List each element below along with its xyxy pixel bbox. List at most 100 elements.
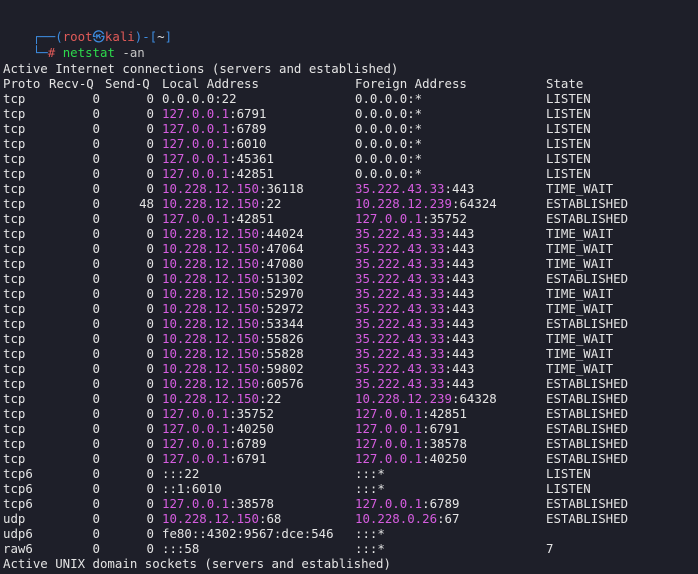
command-name: netstat (62, 45, 115, 60)
prompt-bottom-prefix: └─ (32, 45, 48, 60)
cell-state: ESTABLISHED (546, 196, 629, 211)
cell-foreign-address: 35.222.43.33:443 (355, 256, 474, 271)
cell-proto: tcp (3, 301, 26, 316)
terminal-window[interactable]: ┌──(root㉿kali)-[~] └─# netstat -an Activ… (0, 0, 698, 574)
foreign-port: :443 (444, 346, 475, 361)
table-row: tcp6 0 0 127.0.0.1:38578 127.0.0.1:6789 ESTAB… (0, 496, 698, 511)
foreign-port: :64324 (451, 196, 497, 211)
foreign-port: :443 (444, 301, 475, 316)
cell-send-q: 0 (146, 301, 154, 316)
cell-send-q: 0 (146, 331, 154, 346)
local-ip: 127.0.0.1 (162, 211, 230, 226)
cell-local-address: 10.228.12.150:59802 (162, 361, 304, 376)
cell-proto: tcp (3, 151, 26, 166)
table-row: tcp6 0 0::1:6010:::* LISTEN (0, 481, 698, 496)
cell-foreign-address: 35.222.43.33:443 (355, 376, 474, 391)
cell-state: ESTABLISHED (546, 511, 629, 526)
cell-local-address: 10.228.12.150:47080 (162, 256, 304, 271)
cell-recv-q: 0 (92, 421, 100, 436)
table-row: tcp 0 0 0.0.0.0:22 0.0.0.0:* LISTEN (0, 91, 698, 106)
local-ip: 10.228.12.150 (162, 391, 259, 406)
cell-state: TIME_WAIT (546, 286, 614, 301)
cell-local-address: :::22 (162, 466, 199, 481)
foreign-ip: 0.0.0.0 (355, 136, 408, 151)
cell-send-q: 0 (146, 376, 154, 391)
local-port: :6791 (229, 106, 267, 121)
local-ip: 10.228.12.150 (162, 256, 259, 271)
foreign-ip: 127.0.0.1 (355, 496, 423, 511)
table-row: tcp6 0 0:::22:::* LISTEN (0, 466, 698, 481)
local-port: :6789 (229, 436, 267, 451)
cell-foreign-address: 127.0.0.1:40250 (355, 451, 467, 466)
local-port: :55828 (258, 346, 304, 361)
local-port: :35752 (229, 406, 274, 421)
cell-local-address: 10.228.12.150:22 (162, 196, 281, 211)
cell-recv-q: 0 (92, 196, 100, 211)
foreign-ip: 0.0.0.0 (355, 151, 408, 166)
cell-state: TIME_WAIT (546, 331, 614, 346)
cell-local-address: 127.0.0.1:6791 (162, 106, 266, 121)
foreign-ip: 35.222.43.33 (355, 181, 445, 196)
cell-foreign-address: 0.0.0.0:* (355, 106, 422, 121)
cell-foreign-address: 127.0.0.1:6789 (355, 496, 459, 511)
foreign-ip: 35.222.43.33 (355, 226, 445, 241)
foreign-port: :::* (355, 526, 385, 541)
cell-local-address: 10.228.12.150:36118 (162, 181, 304, 196)
foreign-port: :443 (444, 331, 475, 346)
local-port: ::1:6010 (162, 481, 222, 496)
cell-recv-q: 0 (92, 286, 100, 301)
cell-recv-q: 0 (92, 241, 100, 256)
cell-proto: tcp (3, 106, 26, 121)
foreign-ip: 0.0.0.0 (355, 121, 408, 136)
foreign-port: :* (407, 121, 423, 136)
table-row: tcp 0 0 10.228.12.150:52972 35.222.43.33:443… (0, 301, 698, 316)
cell-send-q: 0 (146, 481, 154, 496)
foreign-port: :443 (444, 226, 475, 241)
foreign-port: :42851 (422, 406, 467, 421)
table-row: tcp 0 0 10.228.12.150:60576 35.222.43.33:443… (0, 376, 698, 391)
cell-recv-q: 0 (92, 361, 100, 376)
local-port: :60576 (258, 376, 304, 391)
foreign-port: :40250 (422, 451, 467, 466)
cell-recv-q: 0 (92, 496, 100, 511)
local-ip: 127.0.0.1 (162, 421, 230, 436)
cell-local-address: 127.0.0.1:45361 (162, 151, 274, 166)
cell-local-address: 10.228.12.150:53344 (162, 316, 304, 331)
table-row: tcp 0 0 10.228.12.150:52970 35.222.43.33:443… (0, 286, 698, 301)
cell-recv-q: 0 (92, 136, 100, 151)
cell-local-address: 0.0.0.0:22 (162, 91, 237, 106)
cell-local-address: 10.228.12.150:44024 (162, 226, 304, 241)
cell-state: ESTABLISHED (546, 211, 629, 226)
foreign-ip: 35.222.43.33 (355, 241, 445, 256)
cell-foreign-address: 127.0.0.1:42851 (355, 406, 467, 421)
cell-proto: tcp (3, 331, 26, 346)
cell-send-q: 0 (146, 436, 154, 451)
cell-state: TIME_WAIT (546, 346, 614, 361)
table-row: tcp 0 0 127.0.0.1:6789 0.0.0.0:* LISTEN (0, 121, 698, 136)
foreign-port: :* (407, 91, 423, 106)
table-row: tcp 0 0 127.0.0.1:6791 127.0.0.1:40250 ESTABL… (0, 451, 698, 466)
cell-local-address: 10.228.12.150:22 (162, 391, 281, 406)
foreign-port: :6789 (422, 496, 460, 511)
cell-recv-q: 0 (92, 256, 100, 271)
cell-recv-q: 0 (92, 466, 100, 481)
cell-local-address: 127.0.0.1:6010 (162, 136, 266, 151)
cell-recv-q: 0 (92, 181, 100, 196)
cell-state: LISTEN (546, 481, 591, 496)
cell-recv-q: 0 (92, 541, 100, 556)
local-port: :52972 (258, 301, 304, 316)
cell-recv-q: 0 (92, 226, 100, 241)
cell-recv-q: 0 (92, 106, 100, 121)
cell-recv-q: 0 (92, 301, 100, 316)
command-args: -an (122, 45, 145, 60)
local-port: :42851 (229, 211, 274, 226)
cell-send-q: 0 (146, 271, 154, 286)
foreign-ip: 127.0.0.1 (355, 451, 423, 466)
foreign-ip: 0.0.0.0 (355, 106, 408, 121)
foreign-ip: 127.0.0.1 (355, 406, 423, 421)
cell-proto: tcp (3, 226, 26, 241)
cell-foreign-address: 127.0.0.1:6791 (355, 421, 459, 436)
foreign-ip: 35.222.43.33 (355, 331, 445, 346)
local-ip: 127.0.0.1 (162, 436, 230, 451)
cell-send-q: 0 (146, 451, 154, 466)
